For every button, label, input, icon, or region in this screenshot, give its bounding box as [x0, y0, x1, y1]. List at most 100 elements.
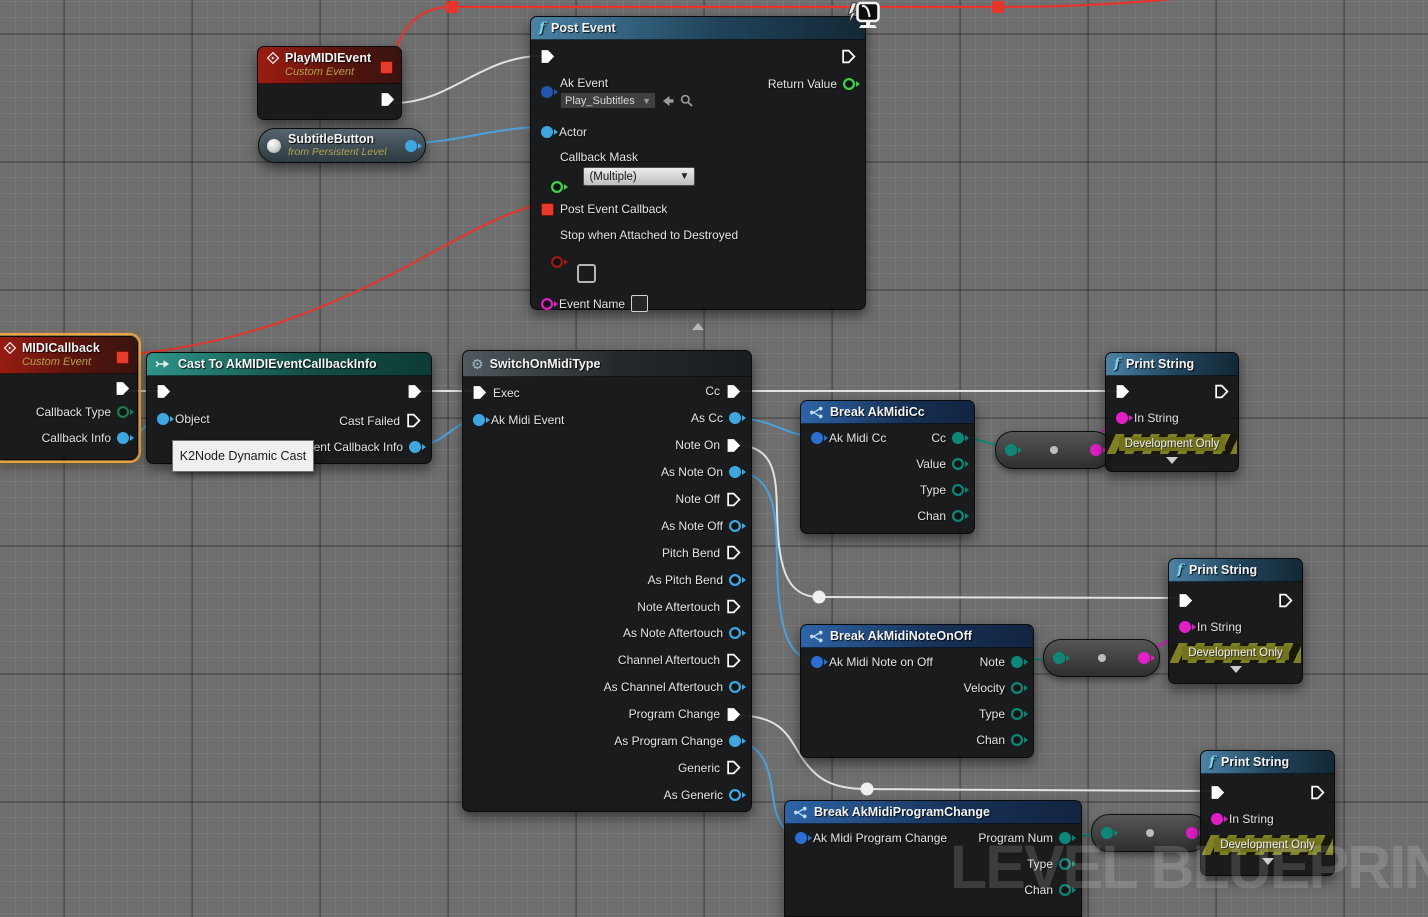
in-string-pin[interactable] — [1179, 621, 1191, 633]
type-out-pin[interactable] — [1059, 858, 1071, 870]
as-note-on-pin[interactable] — [729, 466, 741, 478]
in-string-pin[interactable] — [1116, 412, 1128, 424]
delegate-pin[interactable] — [380, 61, 393, 74]
exec-in-pin[interactable] — [1115, 384, 1130, 399]
type-out-pin[interactable] — [952, 484, 964, 496]
reset-to-default-icon[interactable] — [661, 95, 675, 107]
exec-in-pin[interactable] — [1178, 593, 1193, 608]
reroute-knot-red-2[interactable] — [992, 1, 1004, 13]
chan-out-pin[interactable] — [1011, 734, 1023, 746]
node-break-akmidiprogramchange[interactable]: Break AkMidiProgramChange Ak Midi Progra… — [784, 800, 1082, 917]
exec-in-pin[interactable] — [1210, 785, 1225, 800]
as-cc-pin[interactable] — [729, 412, 741, 424]
callback-type-pin[interactable] — [117, 406, 129, 418]
expand-node-arrow[interactable] — [1230, 666, 1242, 673]
node-midi-callback[interactable]: MIDICallback Custom Event Callback Type … — [0, 336, 138, 460]
ak-midi-note-on-off-pin[interactable] — [811, 656, 823, 668]
variable-out-pin[interactable] — [405, 140, 417, 152]
object-pin[interactable] — [157, 413, 169, 425]
conversion-node-byte-to-text-1[interactable] — [995, 431, 1112, 469]
node-post-event[interactable]: f Post Event Ak Event Play_Subtitles▼ Re… — [530, 16, 866, 310]
ak-event-pin[interactable] — [541, 86, 553, 98]
stop-when-attached-checkbox[interactable] — [577, 264, 596, 283]
exec-out-pin[interactable] — [841, 49, 856, 64]
chan-out-pin[interactable] — [952, 510, 964, 522]
conv-out-pin[interactable] — [1186, 827, 1198, 839]
value-out-pin[interactable] — [952, 458, 964, 470]
in-string-pin[interactable] — [1211, 813, 1223, 825]
node-play-midi-event[interactable]: PlayMIDIEvent Custom Event — [257, 46, 402, 120]
as-note-off-pin[interactable] — [729, 520, 741, 532]
cc-exec-pin[interactable] — [726, 384, 741, 399]
reroute-knot-exec-1[interactable] — [813, 591, 826, 604]
note-off-exec-pin[interactable] — [726, 492, 741, 507]
node-print-string-3[interactable]: f Print String In String Development Onl… — [1200, 750, 1335, 876]
cast-failed-pin[interactable] — [406, 413, 421, 428]
node-subtitle-button[interactable]: SubtitleButton from Persistent Level — [258, 128, 426, 163]
node-print-string-2[interactable]: f Print String In String Development Onl… — [1168, 558, 1303, 684]
generic-exec-pin[interactable] — [726, 760, 741, 775]
cc-out-pin[interactable] — [952, 432, 964, 444]
pitch-bend-exec-pin[interactable] — [726, 545, 741, 560]
ak-midi-cc-pin[interactable] — [811, 432, 823, 444]
program-num-out-pin[interactable] — [1059, 832, 1071, 844]
conversion-node-byte-to-text-3[interactable] — [1091, 814, 1208, 852]
velocity-out-pin[interactable] — [1011, 682, 1023, 694]
event-name-pin[interactable] — [541, 298, 553, 310]
actor-pin[interactable] — [541, 126, 553, 138]
as-note-aftertouch-pin[interactable] — [729, 627, 741, 639]
blueprint-graph-canvas[interactable]: { "watermark": "LEVEL BLUEPRINT", "toolt… — [0, 0, 1428, 915]
ak-event-dropdown[interactable]: Play_Subtitles▼ — [560, 92, 656, 109]
delegate-pin[interactable] — [116, 351, 129, 364]
conversion-node-byte-to-text-2[interactable] — [1043, 639, 1160, 677]
event-name-textbox[interactable] — [631, 295, 648, 312]
chan-out-pin[interactable] — [1059, 884, 1071, 896]
as-callback-info-pin[interactable] — [409, 441, 421, 453]
ak-midi-program-change-pin[interactable] — [795, 832, 807, 844]
reroute-knot-exec-2[interactable] — [861, 783, 874, 796]
expand-node-arrow[interactable] — [1166, 457, 1178, 464]
exec-out-pin[interactable] — [1278, 593, 1293, 608]
exec-out-pin[interactable] — [380, 92, 395, 107]
exec-in-pin[interactable] — [540, 49, 555, 64]
exec-out-pin[interactable] — [1214, 384, 1229, 399]
post-event-callback-pin[interactable] — [541, 203, 554, 216]
as-generic-pin[interactable] — [729, 789, 741, 801]
stop-when-attached-pin[interactable] — [551, 256, 563, 268]
exec-out-pin[interactable] — [407, 384, 422, 399]
collapse-node-arrow[interactable] — [692, 323, 704, 330]
program-change-exec-pin[interactable] — [726, 707, 741, 722]
as-program-change-pin[interactable] — [729, 735, 741, 747]
note-out-pin[interactable] — [1011, 656, 1023, 668]
pin-label-cc: Cc — [705, 384, 720, 398]
conv-in-pin[interactable] — [1005, 444, 1017, 456]
note-aftertouch-exec-pin[interactable] — [726, 599, 741, 614]
callback-mask-dropdown[interactable]: (Multiple)▼ — [583, 167, 695, 186]
reroute-knot-red-1[interactable] — [446, 1, 458, 13]
as-channel-aftertouch-pin[interactable] — [729, 681, 741, 693]
exec-in-pin[interactable] — [472, 385, 487, 400]
break-struct-icon — [793, 806, 808, 819]
return-value-pin[interactable] — [843, 78, 855, 90]
exec-out-pin[interactable] — [115, 381, 130, 396]
note-on-exec-pin[interactable] — [726, 438, 741, 453]
expand-node-arrow[interactable] — [1262, 858, 1274, 865]
type-out-pin[interactable] — [1011, 708, 1023, 720]
exec-in-pin[interactable] — [156, 384, 171, 399]
conv-in-pin[interactable] — [1101, 827, 1113, 839]
conv-in-pin[interactable] — [1053, 652, 1065, 664]
callback-info-pin[interactable] — [117, 432, 129, 444]
node-print-string-1[interactable]: f Print String In String Development Onl… — [1105, 352, 1239, 472]
conv-out-pin[interactable] — [1090, 444, 1102, 456]
channel-aftertouch-exec-pin[interactable] — [726, 653, 741, 668]
node-break-akmidinoteonoff[interactable]: Break AkMidiNoteOnOff Ak Midi Note on Of… — [800, 624, 1034, 758]
conv-out-pin[interactable] — [1138, 652, 1150, 664]
browse-asset-icon[interactable] — [680, 94, 693, 107]
as-pitch-bend-pin[interactable] — [729, 574, 741, 586]
node-switch-on-midi-type[interactable]: ⚙ SwitchOnMidiType Exec Ak Midi Event Cc… — [462, 350, 752, 812]
ak-midi-event-pin[interactable] — [473, 414, 485, 426]
node-break-akmidicc[interactable]: Break AkMidiCc Ak Midi Cc Cc Value Type … — [800, 400, 975, 534]
callback-mask-pin[interactable] — [551, 181, 563, 193]
event-icon — [3, 341, 17, 355]
exec-out-pin[interactable] — [1310, 785, 1325, 800]
